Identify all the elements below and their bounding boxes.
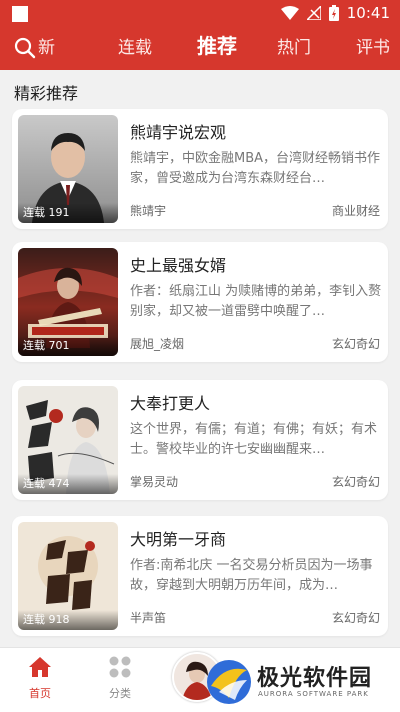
tab-recommend[interactable]: 推荐 <box>197 35 237 57</box>
grid-icon <box>109 656 131 678</box>
nav-home-label: 首页 <box>29 687 51 700</box>
tab-storytelling[interactable]: 评书 <box>356 37 390 59</box>
book-cover: 连载 701 <box>18 248 118 356</box>
book-cover: 连载 918 <box>18 522 118 630</box>
book-description: 作者:南希北庆 一名交易分析员因为一场事故，穿越到大明朝万历年间，成为… <box>130 558 373 593</box>
tab-new[interactable]: 新 <box>38 37 55 59</box>
status-bar: 10:41 <box>0 0 400 28</box>
notification-icon <box>12 6 28 22</box>
watermark-subtitle: AURORA SOFTWARE PARK <box>258 690 369 698</box>
battery-charging-icon <box>328 5 339 21</box>
search-icon[interactable] <box>14 37 36 59</box>
book-title: 大明第一牙商 <box>130 530 227 549</box>
book-author: 熊靖宇 <box>130 204 167 218</box>
no-signal-icon <box>306 6 321 20</box>
watermark: 极光软件园 AURORA SOFTWARE PARK <box>205 656 397 708</box>
book-genre: 商业财经 <box>331 204 380 218</box>
book-author: 掌易灵动 <box>130 475 179 489</box>
book-author: 半声笛 <box>130 611 167 625</box>
status-time: 10:41 <box>346 4 390 22</box>
book-title: 大奉打更人 <box>130 394 211 413</box>
book-author: 展旭_凌烟 <box>130 337 185 351</box>
serial-badge: 连载 474 <box>18 474 118 494</box>
serial-badge: 连载 918 <box>18 610 118 630</box>
book-title: 熊靖宇说宏观 <box>130 123 227 142</box>
book-genre: 玄幻奇幻 <box>331 611 380 625</box>
wifi-icon <box>280 6 299 20</box>
tab-hot[interactable]: 热门 <box>277 37 311 59</box>
serial-badge: 连载 191 <box>18 203 118 223</box>
section-title: 精彩推荐 <box>14 84 79 103</box>
top-nav: 新 连载 推荐 热门 评书 <box>0 28 400 70</box>
nav-category-label: 分类 <box>109 687 131 700</box>
book-card[interactable]: 连载 191 熊靖宇说宏观 熊靖宇，中欧金融MBA，台湾财经畅销书作家，曾受邀成… <box>12 109 388 229</box>
book-description: 熊靖宇，中欧金融MBA，台湾财经畅销书作家，曾受邀成为台湾东森财经台… <box>130 151 381 186</box>
book-card[interactable]: 连载 918 大明第一牙商 作者:南希北庆 一名交易分析员因为一场事故，穿越到大… <box>12 516 388 636</box>
nav-category[interactable]: 分类 <box>90 656 150 701</box>
serial-badge: 连载 701 <box>18 336 118 356</box>
book-description: 作者：纸扇江山 为赎赌博的弟弟，李钊入赘别家，却又被一道雷劈中唤醒了… <box>130 284 382 319</box>
book-description: 这个世界，有儒；有道；有佛；有妖；有术士。警校毕业的许七安幽幽醒来… <box>130 422 378 457</box>
book-cover: 连载 191 <box>18 115 118 223</box>
book-card[interactable]: 连载 701 史上最强女婿 作者：纸扇江山 为赎赌博的弟弟，李钊入赘别家，却又被… <box>12 242 388 362</box>
book-genre: 玄幻奇幻 <box>331 475 380 489</box>
book-cover: 连载 474 <box>18 386 118 494</box>
book-card[interactable]: 连载 474 大奉打更人 这个世界，有儒；有道；有佛；有妖；有术士。警校毕业的许… <box>12 380 388 500</box>
book-genre: 玄幻奇幻 <box>331 337 380 351</box>
book-title: 史上最强女婿 <box>130 256 227 275</box>
watermark-name: 极光软件园 <box>257 666 373 691</box>
aurora-logo-icon <box>207 660 251 704</box>
nav-home[interactable]: 首页 <box>10 656 70 701</box>
tab-serial[interactable]: 连载 <box>118 37 152 59</box>
home-icon <box>29 657 51 677</box>
